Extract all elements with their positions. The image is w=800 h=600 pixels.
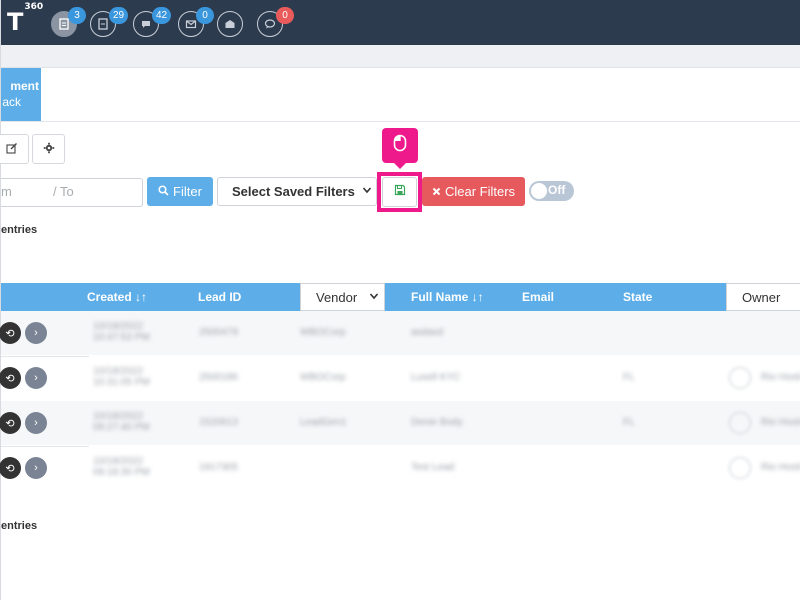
cell-name: Denie Body <box>411 417 463 428</box>
clear-filters-label: Clear Filters <box>444 184 516 199</box>
avatar <box>729 367 751 389</box>
toggle-knob <box>531 183 547 199</box>
cell-name: Test Lead <box>411 462 455 473</box>
cell-vendor: LeadGen1 <box>300 417 347 428</box>
vendor-select-label: Vendor <box>316 289 358 305</box>
search-icon <box>158 184 169 199</box>
divider <box>1 121 800 122</box>
sub-header-bar <box>1 45 800 68</box>
cell-state: FL <box>623 372 635 383</box>
top-nav-bar: T360 3 29 42 0 0 <box>1 0 800 45</box>
nav-badge: 0 <box>276 7 294 24</box>
saved-filters-label: Select Saved Filters <box>232 184 355 199</box>
cell-owner: Rio Hosti <box>761 417 800 428</box>
cell-created: 10/18/2022 09:18:30 PM <box>93 456 150 478</box>
owner-column-select[interactable]: Owner <box>726 283 800 311</box>
table-header: Created ↓↑ Lead ID Full Name ↓↑ Email St… <box>1 283 800 311</box>
cell-state: FL <box>623 417 635 428</box>
column-created[interactable]: Created ↓↑ <box>87 290 147 304</box>
history-icon[interactable]: ⟲ <box>0 457 21 479</box>
avatar <box>729 457 751 479</box>
column-email: Email <box>522 290 555 304</box>
cell-vendor: WBOCorp <box>300 327 346 338</box>
date-to-placeholder: / To <box>53 184 74 199</box>
toggle-label: Off <box>548 183 566 197</box>
filter-button-label: Filter <box>173 184 202 199</box>
table-row[interactable]: ⟲ › 10/18/2022 10:47:53 PM 2500479 WBOCo… <box>0 311 800 355</box>
column-full-name[interactable]: Full Name ↓↑ <box>411 290 484 304</box>
save-icon <box>394 183 406 201</box>
column-state: State <box>623 290 653 304</box>
chevron-down-icon <box>369 291 379 304</box>
filter-toggle[interactable]: Off <box>529 181 574 201</box>
cell-owner: Rio Hosti <box>761 462 800 473</box>
chevron-down-icon <box>362 185 372 198</box>
cell-name: Lusell KYC <box>411 372 461 383</box>
date-from-placeholder: m <box>1 184 12 199</box>
filter-button[interactable]: Filter <box>147 177 213 206</box>
history-icon[interactable]: ⟲ <box>0 322 21 344</box>
settings-button[interactable] <box>32 134 65 164</box>
table-row[interactable]: ⟲ › 10/18/2022 09:27:40 PM 1520613 LeadG… <box>0 401 800 445</box>
edit-button[interactable] <box>0 134 29 164</box>
vendor-column-select[interactable]: Vendor <box>300 283 385 311</box>
cell-owner: Rio Hosti <box>761 372 800 383</box>
cell-created: 10/18/2022 09:27:40 PM <box>93 411 150 433</box>
table-row[interactable]: ⟲ › 10/18/2022 09:18:30 PM 1917305 Test … <box>0 446 800 490</box>
history-icon[interactable]: ⟲ <box>0 367 21 389</box>
cell-lead-id: 1520613 <box>199 417 238 428</box>
nav-badge: 0 <box>196 7 214 24</box>
section-tab-line2: ack <box>2 95 21 109</box>
click-indicator-tooltip <box>382 128 418 163</box>
cell-vendor: WBOCorp <box>300 372 346 383</box>
save-filter-button[interactable] <box>382 177 417 207</box>
nav-badge: 42 <box>152 7 172 24</box>
avatar <box>729 412 751 434</box>
cell-lead-id: 2500479 <box>199 327 238 338</box>
chevron-right-icon[interactable]: › <box>25 457 47 479</box>
chevron-right-icon[interactable]: › <box>25 322 47 344</box>
open-mail-icon[interactable] <box>217 11 243 37</box>
entries-label-top: entries <box>1 224 38 236</box>
cell-created: 10/18/2022 10:47:53 PM <box>93 321 150 343</box>
close-icon <box>432 184 441 199</box>
table-row[interactable]: ⟲ › 10/18/2022 10:31:05 PM 2500186 WBOCo… <box>0 356 800 400</box>
saved-filters-select[interactable]: Select Saved Filters <box>217 177 377 206</box>
cell-lead-id: 2500186 <box>199 372 238 383</box>
gear-icon <box>43 142 55 157</box>
chevron-right-icon[interactable]: › <box>25 412 47 434</box>
section-tab[interactable]: ment ack <box>1 68 41 121</box>
chevron-right-icon[interactable]: › <box>25 367 47 389</box>
app-logo[interactable]: T360 <box>7 2 43 36</box>
edit-icon <box>6 142 18 157</box>
column-lead-id: Lead ID <box>198 290 242 304</box>
cell-lead-id: 1917305 <box>199 462 238 473</box>
nav-badge: 3 <box>68 7 86 24</box>
nav-badge: 29 <box>109 7 129 24</box>
owner-select-label: Owner <box>742 289 781 305</box>
clear-filters-button[interactable]: Clear Filters <box>422 177 525 206</box>
history-icon[interactable]: ⟲ <box>0 412 21 434</box>
mouse-icon <box>393 134 407 157</box>
entries-label-bottom: entries <box>1 520 38 532</box>
section-tab-line1: ment <box>10 79 39 93</box>
tooltip-arrow <box>394 163 406 169</box>
cell-name: asdasd <box>411 327 444 338</box>
cell-created: 10/18/2022 10:31:05 PM <box>93 366 150 388</box>
